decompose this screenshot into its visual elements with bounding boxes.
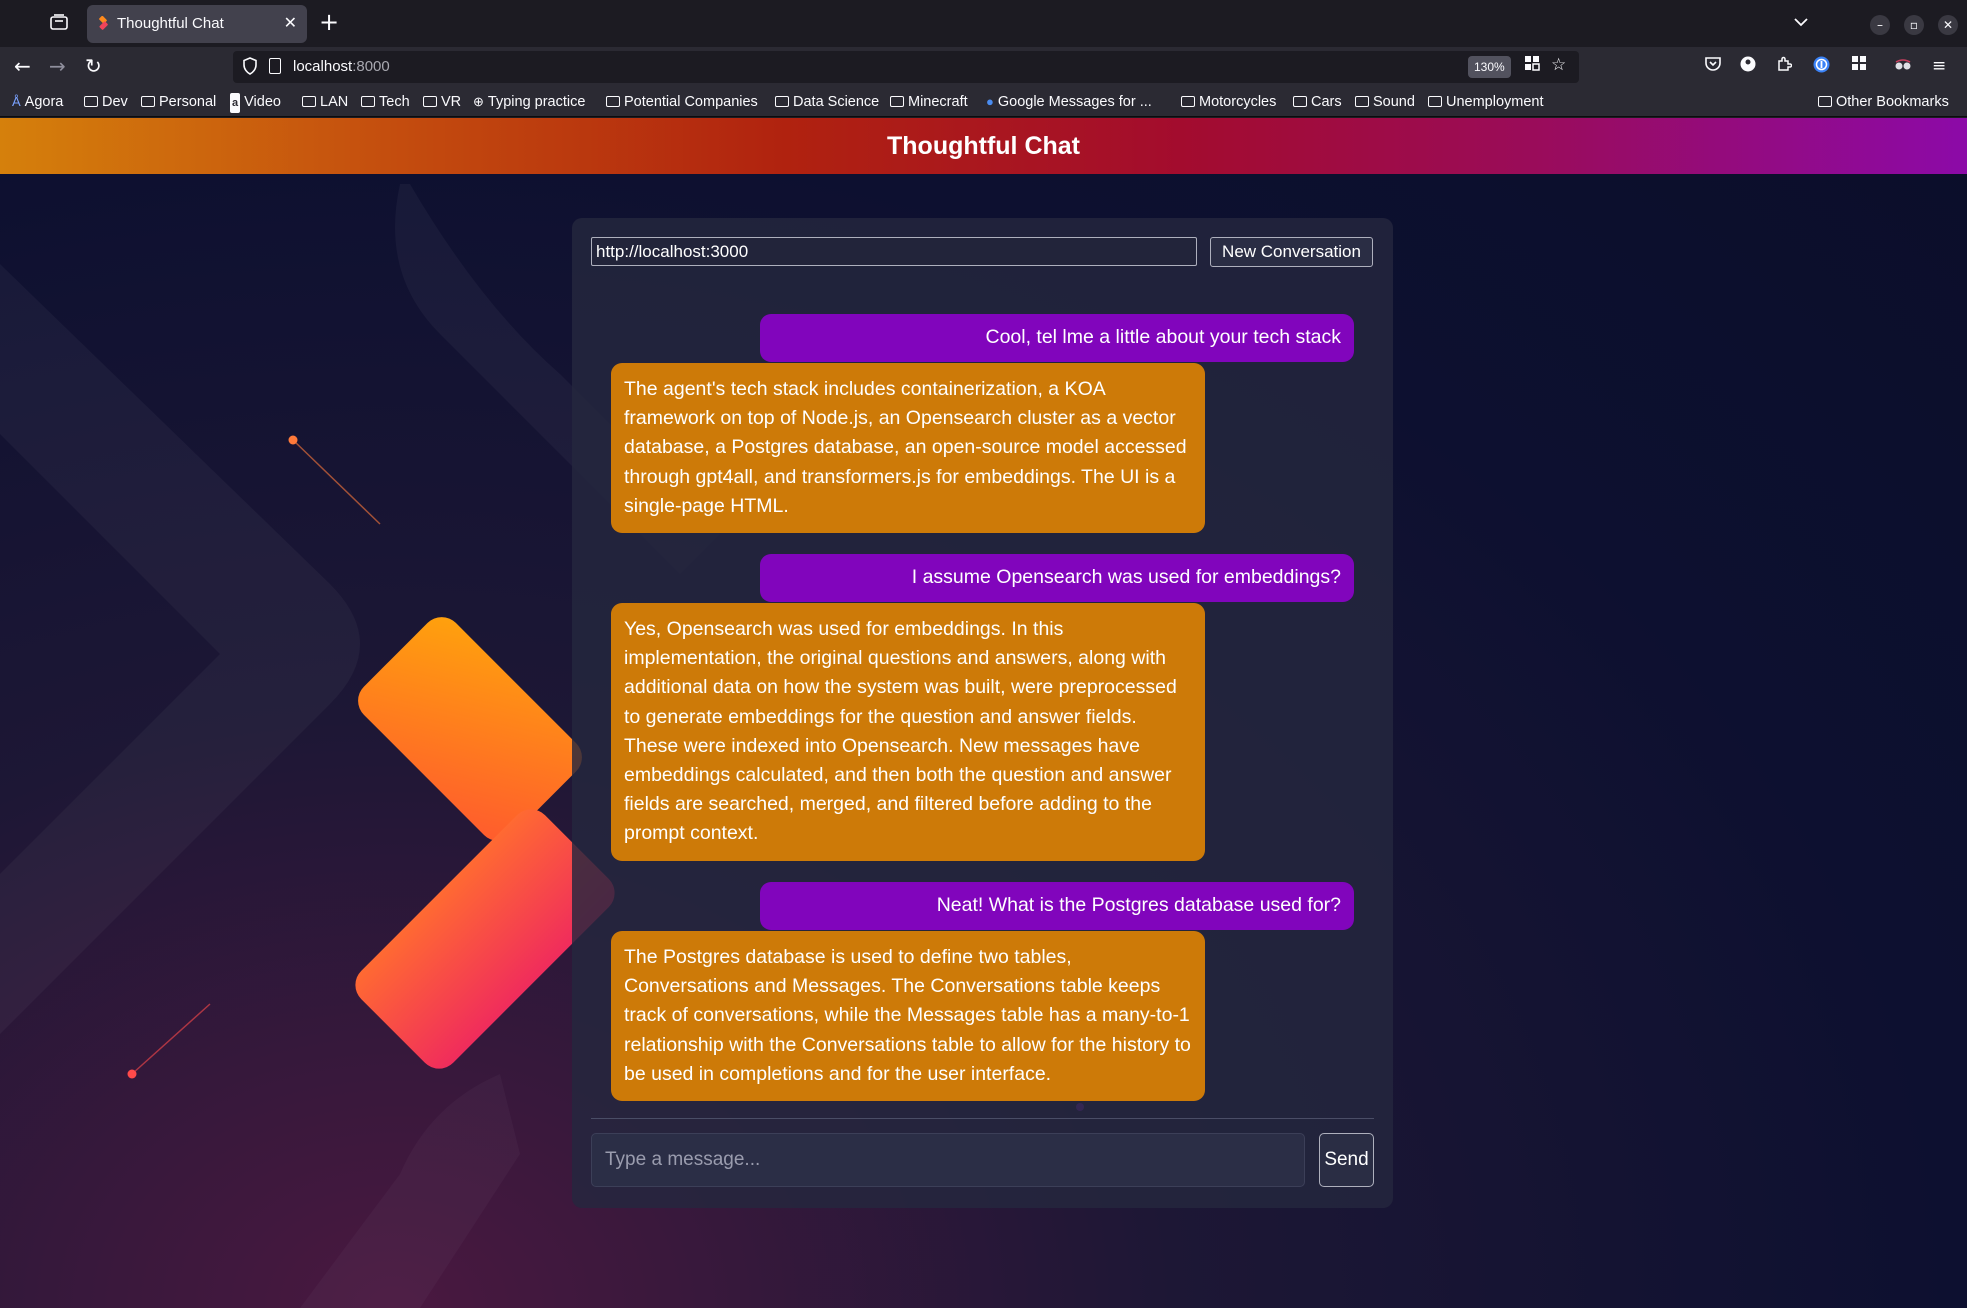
bookmark-folder[interactable]: Data Science bbox=[775, 92, 879, 112]
send-button[interactable]: Send bbox=[1319, 1133, 1374, 1187]
minimize-window-icon[interactable]: – bbox=[1870, 15, 1890, 35]
app-favicon-icon bbox=[99, 16, 108, 30]
new-tab-button[interactable]: + bbox=[319, 9, 339, 35]
folder-icon bbox=[84, 96, 98, 107]
bookmark-folder[interactable]: Sound bbox=[1355, 92, 1415, 112]
pocket-icon[interactable] bbox=[1705, 56, 1721, 76]
message-list: Cool, tel lme a little about your tech s… bbox=[572, 218, 1393, 1208]
url-text[interactable]: localhost:8000 bbox=[293, 58, 390, 75]
bookmark-folder[interactable]: Dev bbox=[84, 92, 128, 112]
maximize-window-icon[interactable]: ▫ bbox=[1904, 15, 1924, 35]
bot-message: The Postgres database is used to define … bbox=[611, 931, 1205, 1102]
bookmarks-toolbar: Å Agora Dev Personal a Video LAN Tech VR ⊕… bbox=[0, 87, 1967, 117]
back-icon[interactable]: ← bbox=[14, 55, 31, 77]
list-all-tabs-icon[interactable] bbox=[1793, 12, 1809, 33]
bookmark-item[interactable]: ● Google Messages for ... bbox=[986, 92, 1152, 112]
folder-icon bbox=[361, 96, 375, 107]
folder-icon bbox=[1355, 96, 1369, 107]
message-input[interactable]: Type a message... bbox=[591, 1133, 1305, 1187]
user-message: Neat! What is the Postgres database used… bbox=[760, 882, 1354, 931]
folder-icon bbox=[1181, 96, 1195, 107]
messages-icon: ● bbox=[986, 94, 994, 109]
bookmark-folder[interactable]: VR bbox=[423, 92, 461, 112]
composer-divider bbox=[591, 1118, 1374, 1119]
tab-title: Thoughtful Chat bbox=[117, 15, 224, 32]
bot-message: Yes, Opensearch was used for embeddings.… bbox=[611, 603, 1205, 861]
tab-strip: Thoughtful Chat ✕ + – ▫ ✕ bbox=[0, 0, 1967, 47]
tab-close-icon[interactable]: ✕ bbox=[284, 13, 297, 32]
page-info-icon[interactable] bbox=[269, 58, 281, 74]
bookmark-folder[interactable]: Cars bbox=[1293, 92, 1342, 112]
user-message: I assume Opensearch was used for embeddi… bbox=[760, 554, 1354, 603]
bookmark-item[interactable]: a Video bbox=[230, 92, 281, 113]
site-grid-icon[interactable] bbox=[1525, 56, 1540, 76]
active-tab[interactable]: Thoughtful Chat ✕ bbox=[87, 5, 307, 43]
chat-panel: http://localhost:3000 New Conversation C… bbox=[572, 218, 1393, 1208]
bookmark-star-icon[interactable]: ☆ bbox=[1551, 55, 1566, 75]
forward-icon[interactable]: → bbox=[49, 55, 66, 77]
page-viewport: Thoughtful Chat http://localhost:3000 Ne… bbox=[0, 118, 1967, 1308]
folder-icon bbox=[302, 96, 316, 107]
folder-icon bbox=[606, 96, 620, 107]
account-icon[interactable] bbox=[1740, 56, 1756, 77]
bookmark-folder[interactable]: Tech bbox=[361, 92, 410, 112]
reload-icon[interactable]: ↻ bbox=[85, 55, 102, 77]
extension-glasses-icon[interactable] bbox=[1894, 56, 1912, 76]
folder-icon bbox=[1293, 96, 1307, 107]
tracking-protection-shield-icon[interactable] bbox=[243, 57, 257, 75]
extensions-puzzle-icon[interactable] bbox=[1776, 56, 1793, 77]
bot-message: The agent's tech stack includes containe… bbox=[611, 363, 1205, 534]
password-manager-icon[interactable] bbox=[1813, 56, 1830, 78]
bookmark-folder[interactable]: LAN bbox=[302, 92, 348, 112]
folder-icon bbox=[890, 96, 904, 107]
app-header: Thoughtful Chat bbox=[0, 118, 1967, 174]
other-bookmarks-folder[interactable]: Other Bookmarks bbox=[1818, 92, 1949, 112]
tab-overview-icon[interactable] bbox=[48, 14, 70, 34]
folder-icon bbox=[141, 96, 155, 107]
bookmark-folder[interactable]: Personal bbox=[141, 92, 216, 112]
globe-icon: ⊕ bbox=[473, 94, 484, 109]
close-window-icon[interactable]: ✕ bbox=[1938, 15, 1958, 35]
bookmark-folder[interactable]: Minecraft bbox=[890, 92, 968, 112]
url-bar[interactable]: localhost:8000 130% ☆ bbox=[233, 51, 1579, 83]
navigation-toolbar: ← → ↻ localhost:8000 130% ☆ ≡ bbox=[0, 47, 1967, 87]
bookmark-folder[interactable]: Unemployment bbox=[1428, 92, 1544, 112]
folder-icon bbox=[423, 96, 437, 107]
bookmark-folder[interactable]: Potential Companies bbox=[606, 92, 758, 112]
folder-icon bbox=[775, 96, 789, 107]
app-title: Thoughtful Chat bbox=[887, 132, 1080, 160]
user-message: Cool, tel lme a little about your tech s… bbox=[760, 314, 1354, 363]
bookmark-item[interactable]: ⊕ Typing practice bbox=[473, 92, 585, 112]
zoom-level-badge[interactable]: 130% bbox=[1468, 56, 1511, 78]
folder-icon bbox=[1818, 96, 1832, 107]
bookmark-folder[interactable]: Motorcycles bbox=[1181, 92, 1276, 112]
app-menu-icon[interactable]: ≡ bbox=[1932, 56, 1946, 76]
folder-icon bbox=[1428, 96, 1442, 107]
bookmark-item[interactable]: Å Agora bbox=[12, 92, 63, 112]
extension-grid-icon[interactable] bbox=[1852, 56, 1867, 76]
